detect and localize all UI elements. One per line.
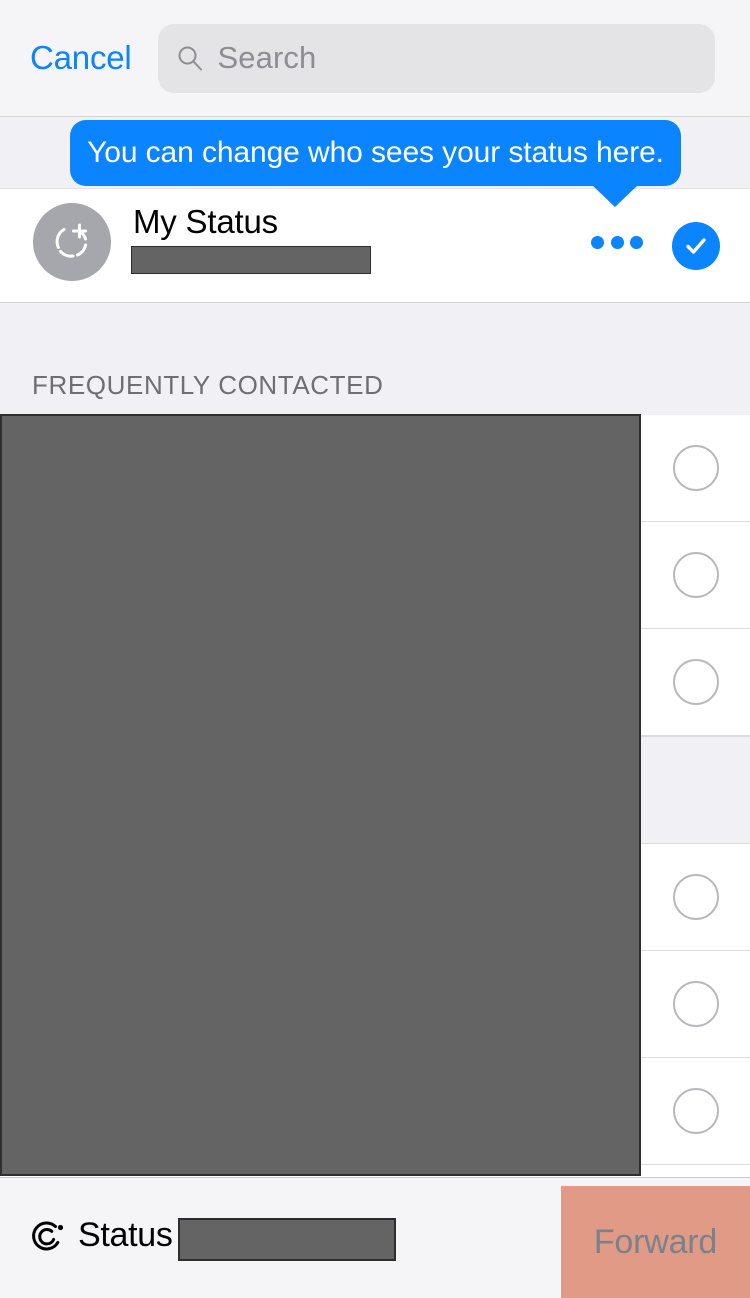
dot-3 bbox=[630, 235, 643, 249]
empty-circle-icon[interactable] bbox=[673, 1088, 719, 1134]
section-header-frequently-contacted: FREQUENTLY CONTACTED bbox=[0, 303, 750, 415]
avatar[interactable] bbox=[33, 203, 111, 281]
my-status-title: My Status bbox=[133, 203, 278, 240]
dot-2 bbox=[610, 235, 624, 249]
search-icon bbox=[176, 44, 204, 72]
forward-button-label: Forward bbox=[593, 1222, 718, 1261]
app-screen: Cancel Search My Status FREQUENTLY CONTA… bbox=[0, 0, 750, 1298]
contact-list-redaction bbox=[0, 414, 641, 1176]
more-horizontal-icon[interactable] bbox=[591, 234, 643, 250]
status-privacy-tooltip[interactable]: You can change who sees your status here… bbox=[70, 120, 681, 186]
status-tab[interactable]: Status bbox=[30, 1216, 173, 1255]
bottom-value-redaction bbox=[178, 1218, 396, 1261]
empty-circle-icon[interactable] bbox=[673, 445, 719, 491]
status-tab-label: Status bbox=[78, 1216, 173, 1254]
empty-circle-icon[interactable] bbox=[673, 552, 719, 598]
empty-circle-icon[interactable] bbox=[673, 659, 719, 705]
search-placeholder: Search bbox=[217, 40, 317, 75]
forward-button[interactable]: Forward bbox=[561, 1186, 750, 1298]
tooltip-text: You can change who sees your status here… bbox=[87, 136, 664, 169]
search-input[interactable]: Search bbox=[157, 23, 715, 93]
add-status-avatar-icon bbox=[47, 217, 97, 267]
my-status-subtitle-redaction bbox=[131, 246, 371, 274]
check-circle-icon[interactable] bbox=[672, 222, 720, 270]
status-rings-icon bbox=[30, 1218, 66, 1254]
section-header-label: FREQUENTLY CONTACTED bbox=[32, 370, 384, 400]
empty-circle-icon[interactable] bbox=[673, 981, 719, 1027]
empty-circle-icon[interactable] bbox=[673, 874, 719, 920]
search-header: Cancel Search bbox=[0, 0, 750, 117]
dot-1 bbox=[591, 235, 604, 249]
cancel-button[interactable]: Cancel bbox=[30, 39, 132, 77]
